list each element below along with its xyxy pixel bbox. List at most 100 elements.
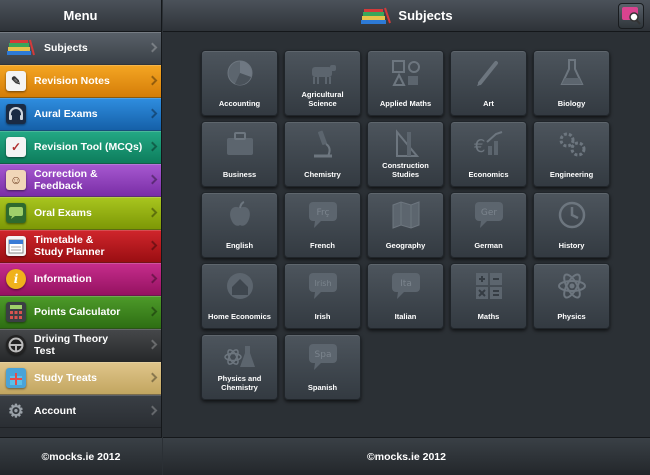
subject-tile-spanish[interactable]: Spa Spanish [284,334,361,400]
house-icon [226,273,253,299]
subject-label: History [558,240,585,250]
page-title: Subjects [398,8,453,23]
menu-label: Revision Tool (MCQs) [34,141,143,153]
calendar-icon [6,236,26,256]
shapes-icon [391,60,420,86]
menu-item-aural-exams[interactable]: Aural Exams [0,98,161,131]
subject-tile-physics-and-chemistry[interactable]: Physics and Chemistry [201,334,278,400]
subject-tile-english[interactable]: English [201,192,278,258]
chevron-right-icon [147,174,158,185]
subject-label: Construction Studies [382,161,429,179]
menu-item-revision-tool[interactable]: ✓ Revision Tool (MCQs) [0,131,161,164]
subject-label: Economics [468,169,509,179]
subject-tile-maths[interactable]: Maths [450,263,527,329]
svg-text:Irish: Irish [314,279,331,288]
cow-icon [311,65,336,84]
subject-tile-applied-maths[interactable]: Applied Maths [367,50,444,116]
math-symbols-icon [475,273,502,299]
menu-item-study-treats[interactable]: Study Treats [0,362,161,395]
chevron-right-icon [147,108,158,119]
apple-icon [229,201,250,226]
subject-label: Physics and Chemistry [217,374,262,392]
subject-tile-home-economics[interactable]: Home Economics [201,263,278,329]
notepad-icon: ✎ [6,71,26,91]
menu-item-oral-exams[interactable]: Oral Exams [0,197,161,230]
subject-tile-italian[interactable]: Ita Italian [367,263,444,329]
main-footer-copyright: ©mocks.ie 2012 [163,437,650,475]
paintbrush-icon [476,61,498,86]
menu-list: Subjects ✎ Revision Notes Aural Exams ✓ … [0,32,161,428]
subject-tile-construction-studies[interactable]: Construction Studies [367,121,444,187]
set-square-icon [395,129,419,157]
steering-wheel-icon [6,335,26,355]
subject-label: Irish [314,311,331,321]
subject-tile-business[interactable]: Business [201,121,278,187]
menu-item-subjects[interactable]: Subjects [0,32,161,65]
menu-item-account[interactable]: ⚙ Account [0,395,161,428]
calculator-icon [6,302,26,322]
subject-tile-chemistry[interactable]: Chemistry [284,121,361,187]
subject-label: Spanish [307,382,338,392]
subject-label: Business [222,169,257,179]
subject-tile-biology[interactable]: Biology [533,50,610,116]
subject-tile-french[interactable]: Frç French [284,192,361,258]
subject-tile-accounting[interactable]: Accounting [201,50,278,116]
subject-tile-agricultural-science[interactable]: Agricultural Science [284,50,361,116]
headphones-icon [6,104,26,124]
chevron-right-icon [147,240,158,251]
gears-icon [559,132,585,157]
menu-item-revision-notes[interactable]: ✎ Revision Notes [0,65,161,98]
map-icon [392,201,419,229]
menu-label: Revision Notes [34,75,110,87]
microscope-icon [313,130,332,158]
sidebar: Menu Subjects ✎ Revision Notes Aural Exa… [0,0,162,475]
subject-tile-economics[interactable]: € Economics [450,121,527,187]
subject-label: German [474,240,503,250]
subject-label: Engineering [549,169,594,179]
pie-chart-icon [227,60,252,86]
chevron-right-icon [147,141,158,152]
subject-tile-art[interactable]: Art [450,50,527,116]
svg-text:Ita: Ita [400,279,412,289]
subject-tile-german[interactable]: Ger German [450,192,527,258]
atom-flask-icon [223,346,255,367]
books-icon [6,38,36,58]
menu-item-information[interactable]: i Information [0,263,161,296]
chevron-right-icon [147,273,158,284]
menu-item-driving-theory[interactable]: Driving Theory Test [0,329,161,362]
subject-label: Agricultural Science [301,90,344,108]
subject-tile-irish[interactable]: Irish Irish [284,263,361,329]
gift-icon [6,368,26,388]
subject-tile-geography[interactable]: Geography [367,192,444,258]
books-icon [360,7,392,25]
svg-text:Spa: Spa [314,350,331,360]
menu-label: Timetable & Study Planner [34,234,105,258]
subject-tile-history[interactable]: History [533,192,610,258]
subject-tile-engineering[interactable]: Engineering [533,121,610,187]
chevron-right-icon [147,372,158,383]
menu-label: Aural Exams [34,108,98,120]
subject-tile-physics[interactable]: Physics [533,263,610,329]
chevron-right-icon [147,42,158,53]
main-header: Subjects [163,0,650,32]
subject-label: Home Economics [208,311,271,321]
subject-label: Applied Maths [379,98,432,108]
teacher-icon: ☺ [6,170,26,190]
svg-text:€: € [474,136,485,157]
svg-text:Frç: Frç [316,208,329,218]
search-button[interactable] [618,3,644,29]
speech-bubble-irish-icon: Irish [308,273,337,299]
menu-item-points-calculator[interactable]: Points Calculator [0,296,161,329]
subject-label: Physics [557,311,586,321]
subject-label: English [225,240,254,250]
chevron-right-icon [147,306,158,317]
menu-item-timetable[interactable]: Timetable & Study Planner [0,230,161,263]
gear-icon: ⚙ [7,401,25,421]
clock-icon [558,201,585,229]
menu-item-correction-feedback[interactable]: ☺ Correction & Feedback [0,164,161,197]
sidebar-title: Menu [0,0,161,32]
chevron-right-icon [147,207,158,218]
info-icon: i [6,269,26,289]
chevron-right-icon [147,75,158,86]
menu-label: Points Calculator [34,306,121,318]
